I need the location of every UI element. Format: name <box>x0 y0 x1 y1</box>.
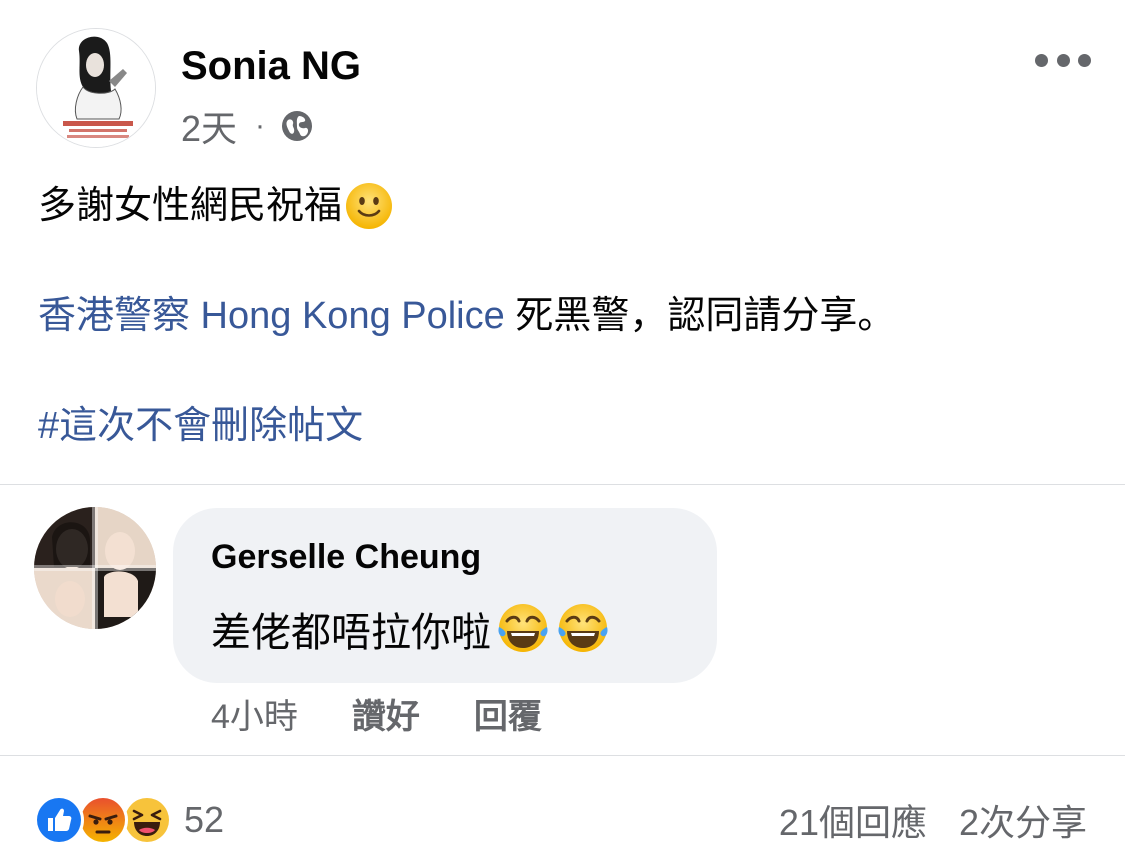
post-line-3: #這次不會刪除帖文 <box>38 398 1088 454</box>
globe-icon[interactable] <box>279 108 315 144</box>
engagement-counts: 21個回應 2次分享 <box>779 792 1087 848</box>
commenter-name[interactable]: Gerselle Cheung <box>211 538 481 577</box>
comment-text: 差佬都唔拉你啦 <box>211 600 611 658</box>
comments-count[interactable]: 21個回應 <box>779 794 927 846</box>
post-text-thanks: 多謝女性網民祝福 <box>38 185 343 227</box>
post-line-2: 香港警察 Hong Kong Police 死黑警，認同請分享。 <box>38 288 1088 344</box>
post-text-share: 死黑警，認同請分享。 <box>504 295 896 337</box>
reactions-summary[interactable]: 52 <box>34 792 224 848</box>
author-avatar[interactable] <box>36 28 156 148</box>
shares-count[interactable]: 2次分享 <box>959 794 1087 846</box>
post-body: 多謝女性網民祝福 香港警察 Hong Kong Police 死黑警，認同請分享… <box>38 178 1088 454</box>
post-footer: 52 21個回應 2次分享 <box>0 790 1125 850</box>
post-time[interactable]: 2天 <box>181 100 237 152</box>
hashtag-link[interactable]: #這次不會刪除帖文 <box>38 405 363 447</box>
more-options-icon[interactable] <box>1035 48 1091 72</box>
author-name[interactable]: Sonia NG <box>181 44 361 89</box>
more-dot <box>1035 53 1048 67</box>
comment-reply-button[interactable]: 回覆 <box>474 689 542 738</box>
face-with-tears-of-joy-emoji <box>498 604 548 652</box>
angry-reaction-icon <box>78 795 128 845</box>
face-with-tears-of-joy-emoji <box>558 604 608 652</box>
haha-reaction-icon <box>122 795 172 845</box>
reaction-count: 52 <box>184 799 225 840</box>
divider <box>0 484 1125 485</box>
post-meta: 2天 · <box>181 104 315 149</box>
commenter-avatar-image <box>34 507 156 629</box>
page-mention-link[interactable]: 香港警察 Hong Kong Police <box>38 295 505 337</box>
author-avatar-image <box>37 29 155 147</box>
comment-text-body: 差佬都唔拉你啦 <box>211 611 491 655</box>
divider <box>0 755 1125 756</box>
more-dot <box>1056 53 1070 67</box>
comment-time[interactable]: 4小時 <box>211 689 298 738</box>
more-dot <box>1078 53 1091 67</box>
post-header: Sonia NG 2天 · <box>0 0 1125 160</box>
like-reaction-icon <box>34 795 84 845</box>
comment-like-button[interactable]: 讚好 <box>352 689 420 738</box>
meta-separator: · <box>255 109 266 142</box>
comment-actions: 4小時 讚好 回覆 <box>211 693 596 736</box>
comment-bubble: Gerselle Cheung 差佬都唔拉你啦 <box>173 508 717 683</box>
post-line-1: 多謝女性網民祝福 <box>38 178 1088 234</box>
slightly-smiling-face-emoji <box>346 183 393 229</box>
commenter-avatar[interactable] <box>34 507 156 629</box>
comment: Gerselle Cheung 差佬都唔拉你啦 4小時 讚好 回覆 <box>0 505 1125 750</box>
